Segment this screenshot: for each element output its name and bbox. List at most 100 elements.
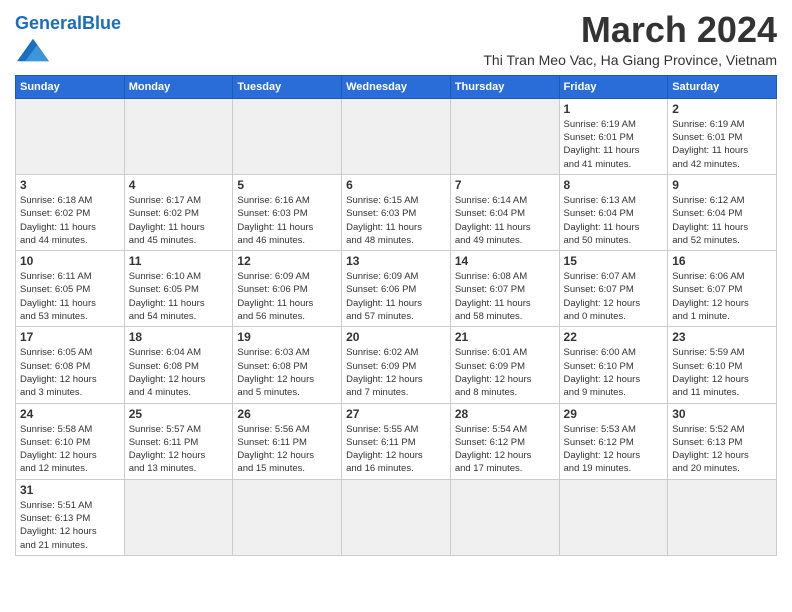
calendar-week-2: 3 Sunrise: 6:18 AMSunset: 6:02 PMDaylight…	[16, 174, 777, 250]
day-number: 8	[564, 178, 664, 192]
calendar-cell: 2 Sunrise: 6:19 AMSunset: 6:01 PMDaylight…	[668, 98, 777, 174]
day-info: Sunrise: 6:05 AMSunset: 6:08 PMDaylight:…	[20, 346, 120, 399]
day-number: 18	[129, 330, 229, 344]
day-info: Sunrise: 5:53 AMSunset: 6:12 PMDaylight:…	[564, 423, 664, 476]
calendar-cell	[233, 479, 342, 555]
calendar-cell: 8Sunrise: 6:13 AMSunset: 6:04 PMDaylight…	[559, 174, 668, 250]
day-info: Sunrise: 6:11 AMSunset: 6:05 PMDaylight:…	[20, 270, 120, 323]
logo-icon	[17, 34, 49, 66]
day-number: 12	[237, 254, 337, 268]
calendar-cell: 20 Sunrise: 6:02 AMSunset: 6:09 PMDayligh…	[342, 327, 451, 403]
calendar-cell: 24Sunrise: 5:58 AMSunset: 6:10 PMDayligh…	[16, 403, 125, 479]
calendar-body: 1 Sunrise: 6:19 AMSunset: 6:01 PMDaylight…	[16, 98, 777, 555]
calendar-week-4: 17 Sunrise: 6:05 AMSunset: 6:08 PMDayligh…	[16, 327, 777, 403]
day-info: Sunrise: 5:52 AMSunset: 6:13 PMDaylight:…	[672, 423, 772, 476]
day-number: 6	[346, 178, 446, 192]
calendar-cell	[342, 479, 451, 555]
calendar-cell: 4 Sunrise: 6:17 AMSunset: 6:02 PMDaylight…	[124, 174, 233, 250]
day-number: 23	[672, 330, 772, 344]
day-info: Sunrise: 5:51 AMSunset: 6:13 PMDaylight:…	[20, 499, 120, 552]
day-number: 7	[455, 178, 555, 192]
day-info: Sunrise: 6:04 AMSunset: 6:08 PMDaylight:…	[129, 346, 229, 399]
day-number: 19	[237, 330, 337, 344]
calendar-cell: 15Sunrise: 6:07 AMSunset: 6:07 PMDayligh…	[559, 251, 668, 327]
weekday-header-monday: Monday	[124, 75, 233, 98]
calendar-cell	[450, 479, 559, 555]
day-number: 30	[672, 407, 772, 421]
day-number: 2	[672, 102, 772, 116]
calendar-cell: 30 Sunrise: 5:52 AMSunset: 6:13 PMDayligh…	[668, 403, 777, 479]
logo-blue: Blue	[82, 13, 121, 33]
weekday-header-thursday: Thursday	[450, 75, 559, 98]
day-info: Sunrise: 6:17 AMSunset: 6:02 PMDaylight:…	[129, 194, 229, 247]
day-number: 20	[346, 330, 446, 344]
day-info: Sunrise: 6:15 AMSunset: 6:03 PMDaylight:…	[346, 194, 446, 247]
calendar-week-3: 10 Sunrise: 6:11 AMSunset: 6:05 PMDayligh…	[16, 251, 777, 327]
calendar-cell: 7 Sunrise: 6:14 AMSunset: 6:04 PMDaylight…	[450, 174, 559, 250]
calendar-cell: 28Sunrise: 5:54 AMSunset: 6:12 PMDayligh…	[450, 403, 559, 479]
day-number: 24	[20, 407, 120, 421]
calendar-cell: 25Sunrise: 5:57 AMSunset: 6:11 PMDayligh…	[124, 403, 233, 479]
day-info: Sunrise: 6:18 AMSunset: 6:02 PMDaylight:…	[20, 194, 120, 247]
day-info: Sunrise: 5:56 AMSunset: 6:11 PMDaylight:…	[237, 423, 337, 476]
day-number: 16	[672, 254, 772, 268]
day-info: Sunrise: 6:14 AMSunset: 6:04 PMDaylight:…	[455, 194, 555, 247]
page-header: GeneralBlue March 2024 Thi Tran Meo Vac,…	[15, 10, 777, 71]
day-info: Sunrise: 6:09 AMSunset: 6:06 PMDaylight:…	[237, 270, 337, 323]
day-number: 26	[237, 407, 337, 421]
calendar-cell: 22 Sunrise: 6:00 AMSunset: 6:10 PMDayligh…	[559, 327, 668, 403]
day-number: 28	[455, 407, 555, 421]
calendar-cell: 14Sunrise: 6:08 AMSunset: 6:07 PMDayligh…	[450, 251, 559, 327]
weekday-header-friday: Friday	[559, 75, 668, 98]
day-info: Sunrise: 6:16 AMSunset: 6:03 PMDaylight:…	[237, 194, 337, 247]
calendar-cell: 23 Sunrise: 5:59 AMSunset: 6:10 PMDayligh…	[668, 327, 777, 403]
day-number: 4	[129, 178, 229, 192]
day-number: 21	[455, 330, 555, 344]
calendar-cell: 10 Sunrise: 6:11 AMSunset: 6:05 PMDayligh…	[16, 251, 125, 327]
day-number: 1	[564, 102, 664, 116]
weekday-header-sunday: Sunday	[16, 75, 125, 98]
day-number: 3	[20, 178, 120, 192]
calendar-table: SundayMondayTuesdayWednesdayThursdayFrid…	[15, 75, 777, 556]
calendar-cell: 3 Sunrise: 6:18 AMSunset: 6:02 PMDaylight…	[16, 174, 125, 250]
calendar-cell: 26 Sunrise: 5:56 AMSunset: 6:11 PMDayligh…	[233, 403, 342, 479]
calendar-cell: 17 Sunrise: 6:05 AMSunset: 6:08 PMDayligh…	[16, 327, 125, 403]
day-number: 13	[346, 254, 446, 268]
weekday-header-wednesday: Wednesday	[342, 75, 451, 98]
calendar-cell: 13 Sunrise: 6:09 AMSunset: 6:06 PMDayligh…	[342, 251, 451, 327]
calendar-cell: 6 Sunrise: 6:15 AMSunset: 6:03 PMDaylight…	[342, 174, 451, 250]
day-info: Sunrise: 6:02 AMSunset: 6:09 PMDaylight:…	[346, 346, 446, 399]
title-area: March 2024 Thi Tran Meo Vac, Ha Giang Pr…	[483, 10, 777, 68]
month-title: March 2024	[483, 10, 777, 50]
day-number: 10	[20, 254, 120, 268]
day-info: Sunrise: 6:03 AMSunset: 6:08 PMDaylight:…	[237, 346, 337, 399]
day-info: Sunrise: 6:01 AMSunset: 6:09 PMDaylight:…	[455, 346, 555, 399]
calendar-cell	[233, 98, 342, 174]
day-info: Sunrise: 6:19 AMSunset: 6:01 PMDaylight:…	[672, 118, 772, 171]
weekday-header-saturday: Saturday	[668, 75, 777, 98]
day-number: 22	[564, 330, 664, 344]
day-number: 15	[564, 254, 664, 268]
calendar-cell	[668, 479, 777, 555]
calendar-header: SundayMondayTuesdayWednesdayThursdayFrid…	[16, 75, 777, 98]
day-info: Sunrise: 6:06 AMSunset: 6:07 PMDaylight:…	[672, 270, 772, 323]
calendar-cell: 21 Sunrise: 6:01 AMSunset: 6:09 PMDayligh…	[450, 327, 559, 403]
day-info: Sunrise: 6:10 AMSunset: 6:05 PMDaylight:…	[129, 270, 229, 323]
calendar-week-1: 1 Sunrise: 6:19 AMSunset: 6:01 PMDaylight…	[16, 98, 777, 174]
weekday-header-row: SundayMondayTuesdayWednesdayThursdayFrid…	[16, 75, 777, 98]
day-info: Sunrise: 6:09 AMSunset: 6:06 PMDaylight:…	[346, 270, 446, 323]
day-number: 9	[672, 178, 772, 192]
calendar-cell: 19 Sunrise: 6:03 AMSunset: 6:08 PMDayligh…	[233, 327, 342, 403]
calendar-cell: 31Sunrise: 5:51 AMSunset: 6:13 PMDayligh…	[16, 479, 125, 555]
day-info: Sunrise: 5:59 AMSunset: 6:10 PMDaylight:…	[672, 346, 772, 399]
calendar-cell	[450, 98, 559, 174]
day-number: 11	[129, 254, 229, 268]
calendar-cell: 18 Sunrise: 6:04 AMSunset: 6:08 PMDayligh…	[124, 327, 233, 403]
day-info: Sunrise: 6:08 AMSunset: 6:07 PMDaylight:…	[455, 270, 555, 323]
calendar-cell	[124, 98, 233, 174]
calendar-cell: 5Sunrise: 6:16 AMSunset: 6:03 PMDaylight…	[233, 174, 342, 250]
day-number: 17	[20, 330, 120, 344]
day-info: Sunrise: 6:00 AMSunset: 6:10 PMDaylight:…	[564, 346, 664, 399]
day-info: Sunrise: 5:57 AMSunset: 6:11 PMDaylight:…	[129, 423, 229, 476]
calendar-week-5: 24Sunrise: 5:58 AMSunset: 6:10 PMDayligh…	[16, 403, 777, 479]
